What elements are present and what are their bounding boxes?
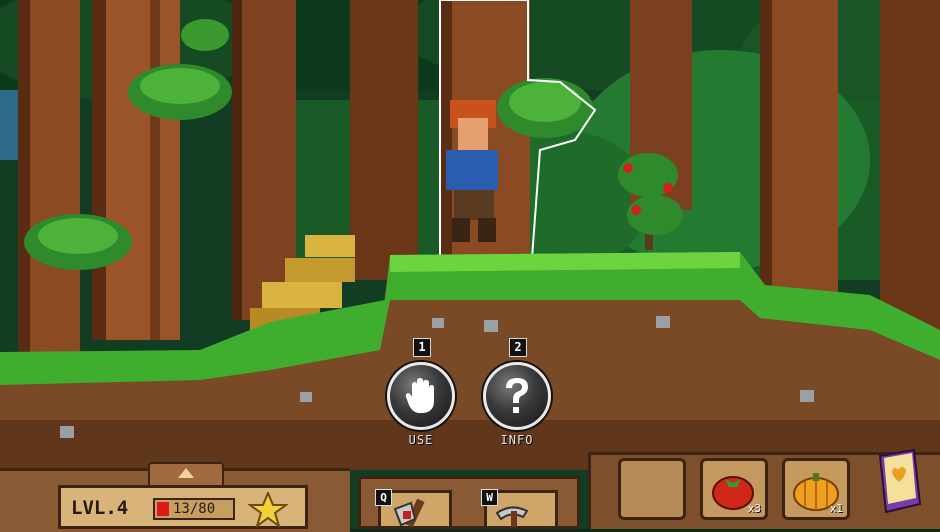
info-key-hint: 2 — [509, 338, 527, 357]
journal-button[interactable] — [868, 446, 928, 518]
hand-icon — [405, 378, 434, 413]
use-label: USE — [408, 433, 434, 447]
tree-trunk — [350, 0, 418, 280]
health-text: 13/80 — [173, 501, 216, 517]
info-label: INFO — [500, 433, 534, 447]
question-icon — [506, 378, 528, 413]
level-indicator: LVL.4 — [71, 497, 129, 519]
skills-button[interactable] — [243, 492, 293, 528]
arrow-up-icon — [178, 468, 194, 478]
tree-trunk — [880, 0, 940, 350]
inventory-slot-empty[interactable] — [618, 458, 686, 520]
health-bar-fill — [157, 502, 169, 516]
tool-key-hint: Q — [375, 489, 392, 506]
tool-key-hint: W — [481, 489, 498, 506]
item-count: x3 — [747, 502, 761, 515]
star-icon — [248, 492, 288, 528]
item-count: x1 — [829, 502, 843, 515]
use-key-hint: 1 — [413, 338, 431, 357]
hud-expand-tab[interactable] — [148, 462, 224, 486]
journal-icon — [878, 448, 922, 514]
leaf-clump — [181, 19, 229, 51]
tool-slot-w[interactable]: W — [481, 489, 558, 529]
use-button[interactable] — [387, 362, 455, 430]
inventory-slot-pumpkin[interactable]: x1 — [782, 458, 850, 520]
inventory-slot-tomato[interactable]: x3 — [700, 458, 768, 520]
game-scene[interactable] — [0, 0, 940, 529]
info-button[interactable] — [483, 362, 551, 430]
status-panel: LVL.4 13/80 — [58, 485, 308, 529]
health-bar: 13/80 — [153, 498, 235, 520]
tool-slot-q[interactable]: Q — [375, 489, 452, 529]
